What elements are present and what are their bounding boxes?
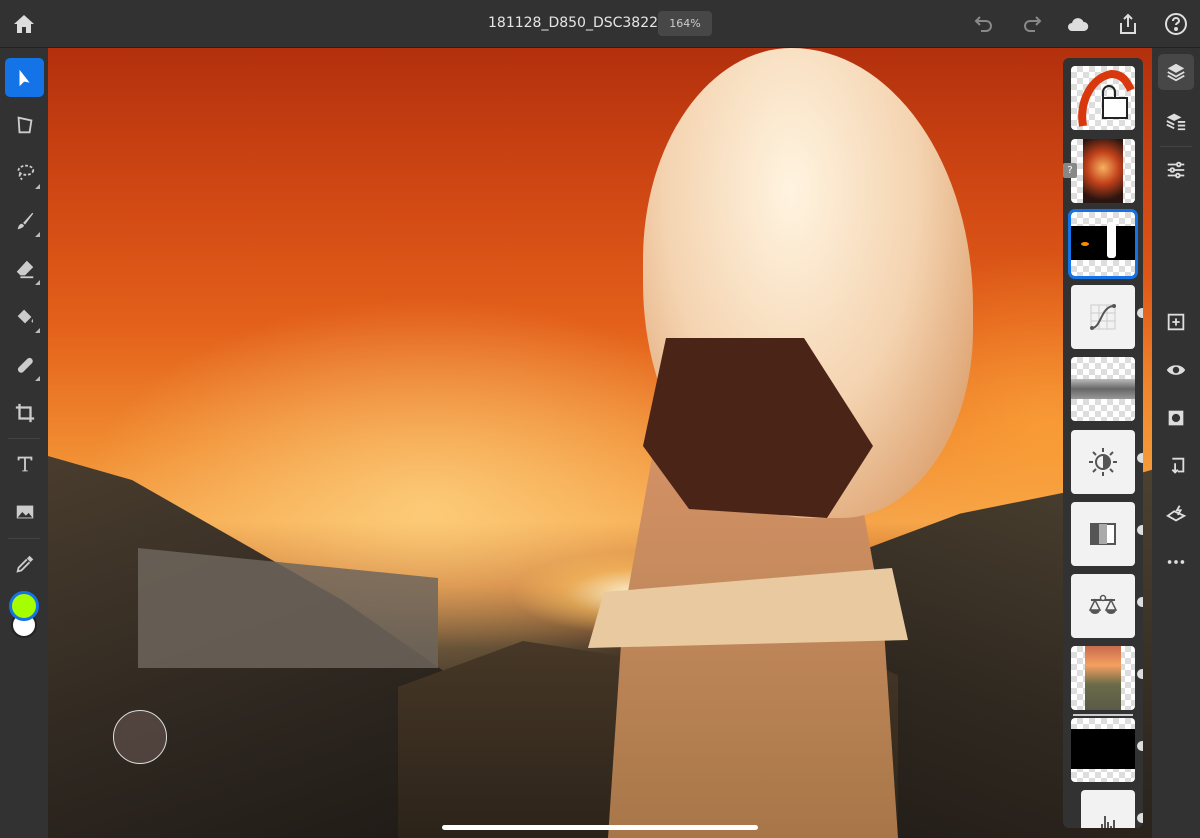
- balance-icon: [1088, 594, 1118, 614]
- more-icon[interactable]: [1158, 544, 1194, 580]
- document-title[interactable]: 181128_D850_DSC3822: [488, 15, 658, 31]
- place-image-tool[interactable]: [5, 492, 44, 531]
- image-icon: [16, 505, 33, 518]
- document-canvas[interactable]: [48, 48, 1152, 838]
- eraser-icon: [16, 260, 33, 278]
- transform-icon: [17, 116, 32, 133]
- add-layer-icon[interactable]: [1158, 304, 1194, 340]
- cloud-icon[interactable]: [1066, 12, 1090, 36]
- paint-bucket-tool[interactable]: [5, 297, 44, 336]
- layers-icon[interactable]: [1158, 54, 1194, 90]
- crop-icon: [15, 403, 34, 422]
- layer-smoke[interactable]: [1071, 357, 1135, 421]
- layer-handle: [1137, 813, 1143, 823]
- home-icon[interactable]: [12, 12, 36, 36]
- histogram-icon: [1101, 816, 1115, 828]
- eyedropper-tool[interactable]: [5, 544, 44, 583]
- curves-icon: [1090, 304, 1116, 330]
- layer-composite-group[interactable]: [1071, 646, 1135, 710]
- missing-info-badge[interactable]: ?: [1063, 163, 1077, 178]
- visibility-eye-icon[interactable]: [1158, 352, 1194, 388]
- quick-actions-icon[interactable]: [1158, 496, 1194, 532]
- layer-locked-red-stroke[interactable]: [1071, 66, 1135, 130]
- layer-handle: [1137, 308, 1143, 318]
- divider: [8, 538, 40, 539]
- foreground-color-swatch[interactable]: [9, 591, 39, 621]
- transform-tool[interactable]: [5, 105, 44, 144]
- layer-fire-photo[interactable]: [1071, 139, 1135, 203]
- undo-icon[interactable]: [972, 12, 996, 36]
- levels-icon: [1090, 523, 1116, 545]
- layer-handle: [1137, 597, 1143, 607]
- arrow-icon: [19, 69, 30, 86]
- type-tool[interactable]: [5, 444, 44, 483]
- divider: [1160, 146, 1192, 147]
- eraser-tool[interactable]: [5, 249, 44, 288]
- layer-handle: [1137, 669, 1143, 679]
- share-icon[interactable]: [1116, 12, 1140, 36]
- layer-levels-adjustment[interactable]: [1071, 502, 1135, 566]
- layer-curves-adjustment[interactable]: [1071, 285, 1135, 349]
- import-icon[interactable]: [1158, 448, 1194, 484]
- right-panel: [1152, 48, 1200, 838]
- brightness-icon: [1089, 448, 1117, 476]
- group-indicator: [1073, 714, 1133, 716]
- layer-properties-icon[interactable]: [1158, 103, 1194, 139]
- mask-icon[interactable]: [1158, 400, 1194, 436]
- layer-handle: [1137, 741, 1143, 751]
- crop-tool[interactable]: [5, 393, 44, 432]
- toolbar: [0, 48, 48, 838]
- brush-cursor[interactable]: [113, 710, 167, 764]
- lasso-tool[interactable]: [5, 153, 44, 192]
- layer-black[interactable]: [1071, 718, 1135, 782]
- layer-histogram-adjustment[interactable]: [1081, 790, 1135, 828]
- layer-color-balance[interactable]: [1071, 574, 1135, 638]
- brush-tool[interactable]: [5, 201, 44, 240]
- lasso-icon: [17, 164, 34, 180]
- layer-brightness-contrast[interactable]: [1071, 430, 1135, 494]
- select-tool[interactable]: [5, 58, 44, 97]
- bandage-icon: [17, 357, 33, 373]
- zoom-level[interactable]: 164%: [658, 11, 712, 36]
- layer-handle: [1137, 525, 1143, 535]
- redo-icon[interactable]: [1020, 12, 1044, 36]
- brush-icon: [17, 212, 33, 229]
- divider: [8, 438, 40, 439]
- paint-bucket-icon: [17, 309, 33, 323]
- eyedropper-icon: [15, 555, 33, 573]
- healing-tool[interactable]: [5, 345, 44, 384]
- help-icon[interactable]: [1164, 12, 1188, 36]
- type-icon: [17, 456, 32, 471]
- home-indicator[interactable]: [442, 825, 758, 830]
- layer-handle: [1137, 453, 1143, 463]
- top-bar: 181128_D850_DSC3822 164%: [0, 0, 1200, 48]
- layer-black-mask[interactable]: [1068, 209, 1138, 279]
- adjustments-icon[interactable]: [1158, 152, 1194, 188]
